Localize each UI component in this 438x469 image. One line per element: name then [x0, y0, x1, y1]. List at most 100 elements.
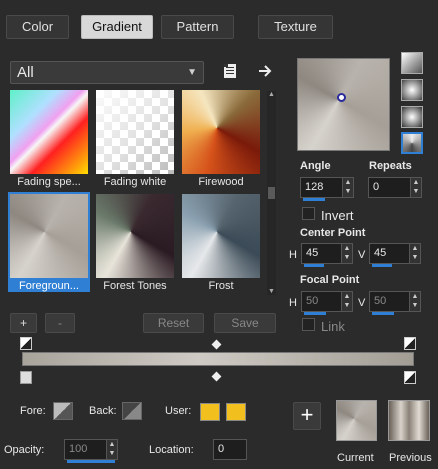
radial-style-button[interactable]	[401, 106, 423, 128]
gradient-swatch	[10, 194, 88, 278]
previous-gradient-swatch[interactable]	[388, 400, 430, 441]
center-point-label: Center Point	[300, 227, 366, 239]
center-v-slider[interactable]	[372, 264, 392, 267]
link-checkbox[interactable]	[302, 318, 315, 331]
focal-v-slider[interactable]	[372, 312, 394, 315]
scrollbar-thumb[interactable]	[268, 187, 275, 199]
angle-label: Angle	[300, 160, 331, 172]
gradient-swatch	[10, 90, 88, 174]
focal-h-slider[interactable]	[304, 312, 326, 315]
gradient-thumb-fading-spectrum[interactable]: Fading spe...	[8, 88, 90, 188]
gradient-swatch	[182, 194, 260, 278]
tab-texture[interactable]: Texture	[258, 15, 333, 39]
current-label: Current	[337, 452, 374, 464]
tab-gradient[interactable]: Gradient	[81, 15, 153, 39]
invert-label: Invert	[321, 208, 354, 223]
center-h-slider[interactable]	[304, 264, 324, 267]
add-to-library-button[interactable]: +	[293, 402, 321, 430]
gradient-thumb-frost[interactable]: Frost	[180, 192, 262, 292]
angle-value: 128	[305, 181, 324, 193]
center-v-value: 45	[374, 247, 387, 259]
gradient-swatch	[96, 90, 174, 174]
opacity-slider[interactable]	[67, 460, 115, 463]
focal-v-input[interactable]: 50 ▲ ▼	[369, 291, 421, 315]
sunburst-style-button[interactable]	[401, 132, 423, 154]
gradient-library-icon[interactable]	[221, 62, 239, 80]
opacity-midpoint[interactable]	[211, 339, 222, 350]
color-stop-right[interactable]	[404, 371, 416, 384]
gradient-label: Fading spe...	[17, 176, 81, 188]
spinner-arrows-icon[interactable]: ▲ ▼	[409, 292, 420, 311]
scroll-down-icon[interactable]: ▼	[268, 288, 275, 295]
center-h-label: H	[289, 249, 297, 261]
gradient-thumb-foreground-background[interactable]: Foregroun...	[8, 192, 90, 292]
angle-input[interactable]: 128 ▲ ▼	[300, 177, 354, 201]
angle-slider[interactable]	[303, 198, 325, 201]
opacity-label: Opacity:	[4, 444, 45, 456]
focal-v-label: V	[358, 297, 366, 309]
center-v-label: V	[358, 249, 366, 261]
scroll-up-icon[interactable]: ▲	[268, 91, 275, 98]
reset-button[interactable]: Reset	[143, 313, 204, 333]
gradient-grid: Fading spe... Fading white Firewood Fore…	[8, 88, 266, 298]
gradient-label: Frost	[208, 280, 234, 292]
gradient-label: Fading white	[103, 176, 167, 188]
previous-label: Previous	[389, 452, 432, 464]
gradient-scrollbar[interactable]: ▲ ▼	[267, 91, 276, 295]
gradient-thumb-forest-tones[interactable]: Forest Tones	[94, 192, 176, 292]
gradient-label: Foregroun...	[19, 280, 79, 292]
tab-color[interactable]: Color	[6, 15, 69, 39]
focal-v-value: 50	[374, 295, 387, 307]
chevron-down-icon: ▼	[187, 67, 197, 78]
repeats-input[interactable]: 0 ▲ ▼	[368, 177, 422, 198]
arrow-right-icon[interactable]	[256, 62, 274, 80]
repeats-value: 0	[373, 181, 380, 193]
tab-pattern[interactable]: Pattern	[161, 15, 234, 39]
opacity-stop-right[interactable]	[404, 337, 416, 350]
linear-style-button[interactable]	[401, 52, 423, 74]
opacity-input[interactable]: 100 ▲ ▼	[64, 439, 118, 463]
spinner-arrows-icon[interactable]: ▲ ▼	[341, 244, 352, 263]
opacity-value: 100	[69, 443, 88, 455]
category-dropdown[interactable]: All ▼	[10, 61, 204, 84]
rectangular-style-button[interactable]	[401, 79, 423, 101]
spinner-arrows-icon[interactable]: ▲ ▼	[409, 244, 420, 263]
gradient-swatch	[96, 194, 174, 278]
back-swatch[interactable]	[122, 402, 142, 420]
spinner-arrows-icon[interactable]: ▲ ▼	[410, 178, 421, 197]
current-gradient-swatch[interactable]	[336, 400, 377, 441]
user-label: User:	[165, 405, 192, 417]
location-value: 0	[218, 443, 225, 455]
spinner-arrows-icon[interactable]: ▲ ▼	[106, 440, 117, 459]
save-button[interactable]: Save	[214, 313, 276, 333]
gradient-thumb-firewood[interactable]: Firewood	[180, 88, 262, 188]
spinner-arrows-icon[interactable]: ▲ ▼	[341, 292, 352, 311]
center-point-handle[interactable]	[337, 93, 346, 102]
remove-gradient-button[interactable]: -	[45, 313, 75, 333]
spinner-arrows-icon[interactable]: ▲ ▼	[342, 178, 353, 197]
category-value: All	[17, 64, 34, 81]
gradient-label: Firewood	[198, 176, 244, 188]
invert-checkbox[interactable]	[302, 207, 315, 220]
opacity-stop-left[interactable]	[20, 337, 32, 350]
add-gradient-button[interactable]: +	[10, 313, 37, 333]
gradient-bar[interactable]	[22, 352, 414, 366]
fore-swatch[interactable]	[53, 402, 73, 420]
center-v-input[interactable]: 45 ▲ ▼	[369, 243, 421, 267]
gradient-thumb-fading-white[interactable]: Fading white	[94, 88, 176, 188]
gradient-swatch	[182, 90, 260, 174]
center-h-input[interactable]: 45 ▲ ▼	[301, 243, 353, 267]
color-midpoint[interactable]	[211, 371, 222, 382]
repeats-label: Repeats	[369, 160, 412, 172]
back-label: Back:	[89, 405, 117, 417]
user-color-swatch-1[interactable]	[200, 403, 220, 421]
gradient-preview[interactable]	[297, 58, 390, 151]
color-stop-left[interactable]	[20, 371, 32, 384]
user-color-swatch-2[interactable]	[226, 403, 246, 421]
focal-h-label: H	[289, 297, 297, 309]
fore-label: Fore:	[20, 405, 46, 417]
focal-h-value: 50	[306, 295, 319, 307]
location-input[interactable]: 0	[213, 439, 247, 460]
focal-h-input[interactable]: 50 ▲ ▼	[301, 291, 353, 315]
gradient-label: Forest Tones	[103, 280, 167, 292]
